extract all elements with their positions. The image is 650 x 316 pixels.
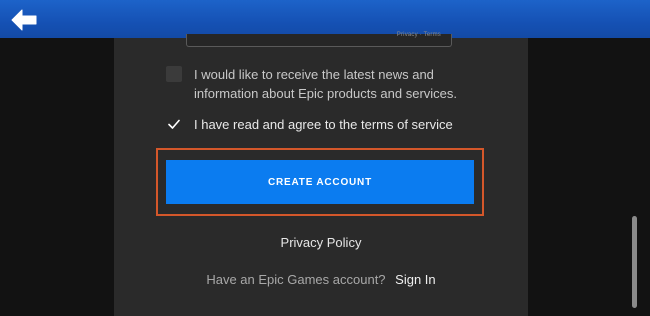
tos-label-prefix: I have read and agree to the bbox=[194, 117, 358, 132]
privacy-policy-link[interactable]: Privacy Policy bbox=[281, 235, 362, 250]
page: Privacy · Terms I would like to receive … bbox=[0, 0, 650, 316]
tos-checkbox-label: I have read and agree to the terms of se… bbox=[194, 116, 494, 135]
left-backdrop bbox=[0, 38, 114, 316]
news-checkbox-row: I would like to receive the latest news … bbox=[166, 66, 494, 103]
signin-prompt: Have an Epic Games account? bbox=[206, 272, 386, 287]
sign-in-link[interactable]: Sign In bbox=[395, 272, 435, 287]
tos-checkbox-row: I have read and agree to the terms of se… bbox=[166, 116, 494, 135]
create-account-button[interactable]: CREATE ACCOUNT bbox=[166, 160, 474, 204]
scrollbar-thumb[interactable] bbox=[632, 216, 637, 308]
terms-of-service-link[interactable]: terms of service bbox=[361, 117, 453, 132]
back-arrow-icon bbox=[11, 9, 37, 31]
tos-checkbox[interactable] bbox=[166, 116, 182, 132]
signup-panel: Privacy · Terms I would like to receive … bbox=[114, 32, 528, 316]
input-field-bottom[interactable]: Privacy · Terms bbox=[186, 32, 452, 47]
privacy-policy-row: Privacy Policy bbox=[114, 235, 528, 250]
top-bar bbox=[0, 0, 650, 38]
news-checkbox[interactable] bbox=[166, 66, 182, 82]
field-stub-text: Privacy · Terms bbox=[396, 32, 441, 38]
back-button[interactable] bbox=[8, 6, 40, 34]
news-checkbox-label: I would like to receive the latest news … bbox=[194, 67, 458, 101]
checkmark-icon bbox=[168, 119, 180, 129]
signin-row: Have an Epic Games account? Sign In bbox=[114, 272, 528, 287]
